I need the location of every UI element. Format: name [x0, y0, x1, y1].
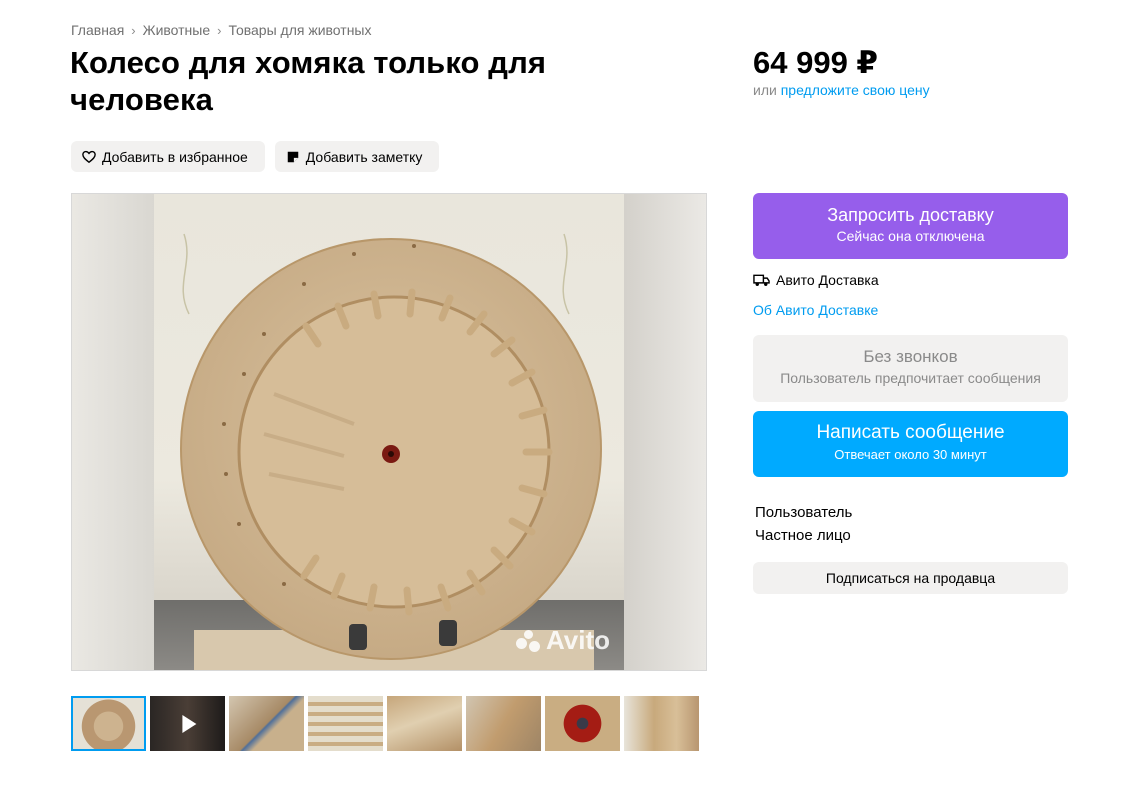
- breadcrumb-separator: ›: [131, 22, 136, 38]
- subscribe-to-seller-button[interactable]: Подписаться на продавца: [753, 562, 1068, 594]
- listing-actions: Добавить в избранное Добавить заметку: [71, 141, 440, 172]
- seller-type: Частное лицо: [755, 527, 851, 544]
- play-icon: [181, 714, 196, 733]
- thumbnail-2-video[interactable]: [150, 696, 225, 751]
- thumbnail-8[interactable]: [624, 696, 699, 751]
- add-to-favorites-label: Добавить в избранное: [102, 148, 248, 165]
- main-photo[interactable]: [154, 194, 624, 670]
- write-message-label: Написать сообщение: [816, 422, 1005, 443]
- breadcrumb-pet-goods[interactable]: Товары для животных: [228, 22, 371, 38]
- thumbnail-1[interactable]: [71, 696, 146, 751]
- breadcrumb-separator: ›: [217, 22, 222, 38]
- seller-name[interactable]: Пользователь: [755, 504, 852, 521]
- gallery-blur-left: [72, 194, 154, 670]
- request-delivery-label: Запросить доставку: [827, 205, 994, 225]
- main-photo-gallery[interactable]: Avito: [71, 193, 707, 671]
- gallery-blur-right: [622, 194, 706, 670]
- avito-logo-icon: [515, 629, 542, 652]
- offer-price-link[interactable]: предложите свою цену: [781, 82, 930, 98]
- hamster-wheel-illustration: [180, 233, 602, 660]
- note-icon: [287, 151, 299, 162]
- about-avito-delivery-link[interactable]: Об Авито Доставке: [753, 302, 878, 318]
- heart-icon: [82, 150, 96, 163]
- add-note-label: Добавить заметку: [305, 148, 423, 165]
- request-delivery-button[interactable]: Запросить доставку Сейчас она отключена: [753, 193, 1068, 259]
- breadcrumb-home[interactable]: Главная: [71, 22, 124, 38]
- write-message-button[interactable]: Написать сообщение Отвечает около 30 мин…: [753, 411, 1068, 477]
- avito-watermark: Avito: [515, 625, 610, 656]
- breadcrumb: Главная › Животные › Товары для животных: [71, 22, 372, 38]
- offer-price-line: или предложите свою цену: [753, 82, 930, 98]
- thumbnail-strip: [71, 696, 699, 751]
- thumbnail-5[interactable]: [387, 696, 462, 751]
- thumbnail-3[interactable]: [229, 696, 304, 751]
- thumbnail-7[interactable]: [545, 696, 620, 751]
- truck-icon: [753, 274, 770, 286]
- offer-prefix: или: [753, 82, 777, 98]
- request-delivery-sub: Сейчас она отключена: [836, 228, 985, 244]
- add-to-favorites-button[interactable]: Добавить в избранное: [71, 141, 265, 172]
- add-note-button[interactable]: Добавить заметку: [274, 141, 440, 172]
- no-calls-label: Без звонков: [863, 347, 958, 366]
- avito-watermark-text: Avito: [545, 625, 610, 655]
- write-message-sub: Отвечает около 30 минут: [834, 447, 987, 462]
- no-calls-notice: Без звонков Пользователь предпочитает со…: [753, 335, 1068, 402]
- price: 64 999 ₽: [753, 45, 878, 80]
- avito-delivery-info: Авито Доставка: [753, 272, 879, 288]
- no-calls-sub: Пользователь предпочитает сообщения: [780, 370, 1041, 386]
- thumbnail-6[interactable]: [466, 696, 541, 751]
- listing-title: Колесо для хомяка только для человека: [70, 45, 547, 117]
- thumbnail-4[interactable]: [308, 696, 383, 751]
- breadcrumb-animals[interactable]: Животные: [143, 22, 211, 38]
- avito-delivery-label: Авито Доставка: [776, 272, 879, 288]
